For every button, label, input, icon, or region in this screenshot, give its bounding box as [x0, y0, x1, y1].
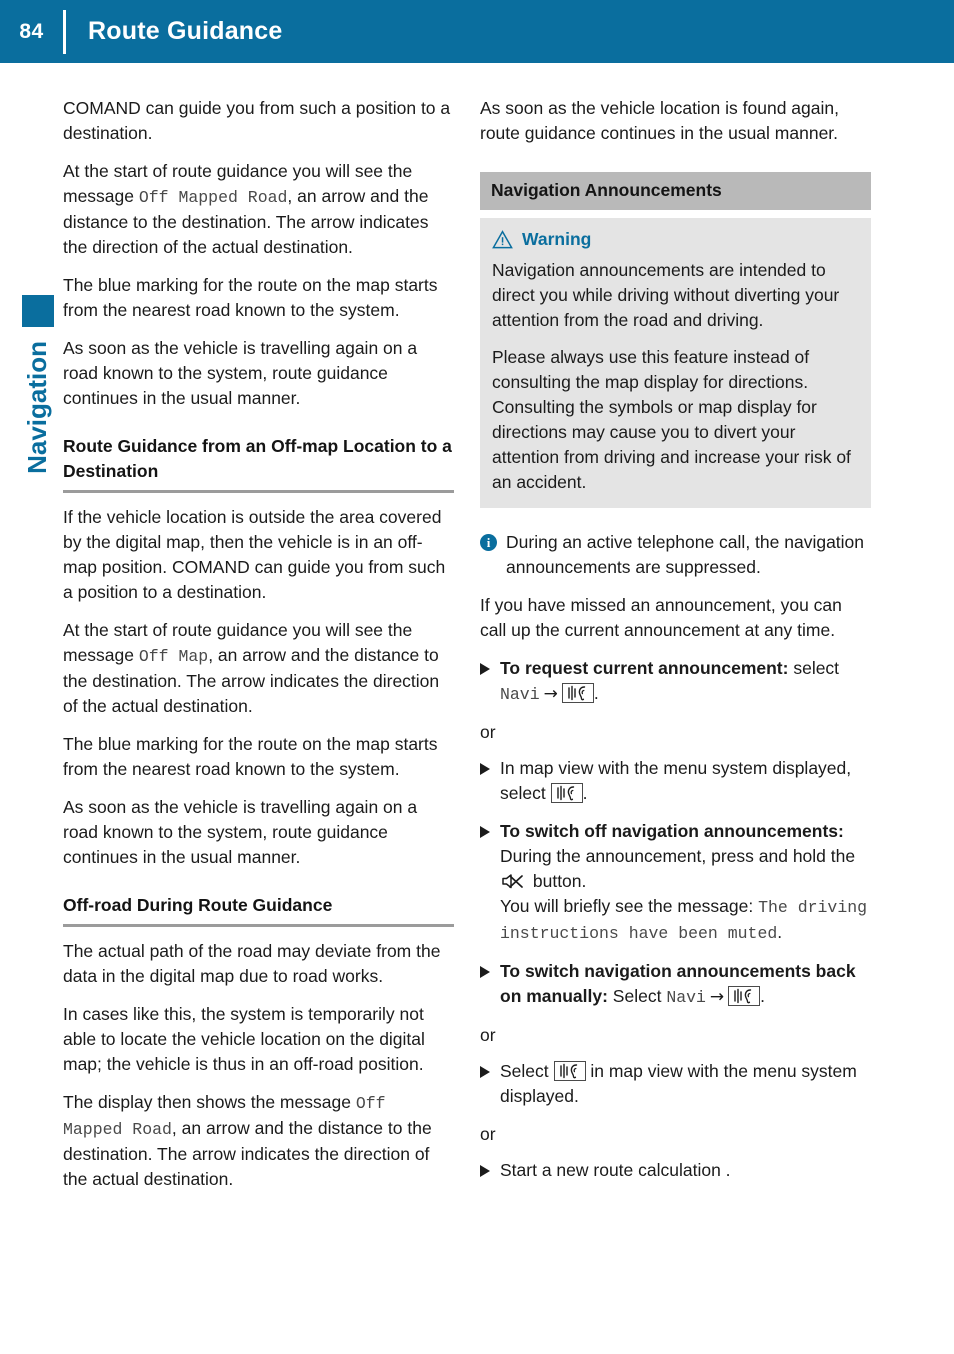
warning-paragraph: Navigation announcements are intended to… [492, 260, 840, 330]
action-step: Select in map view with the menu system … [480, 1059, 871, 1109]
text-run: . [582, 783, 588, 803]
text-run: During the announcement, press and hold … [500, 846, 856, 866]
warning-triangle-icon [492, 230, 513, 249]
text-run: You will briefly see the message: [500, 896, 759, 916]
action-text: In map view with the menu system display… [500, 756, 871, 806]
system-message-text: Off Mapped Road [138, 188, 288, 207]
audio-announcement-icon[interactable] [550, 783, 583, 803]
action-triangle-icon [480, 966, 490, 978]
text-run: Select [607, 986, 667, 1006]
paragraph: The blue marking for the route on the ma… [63, 734, 438, 779]
text-run: Select [500, 1061, 554, 1081]
audio-announcement-icon[interactable] [728, 986, 761, 1006]
action-triangle-icon [480, 763, 490, 775]
mute-icon[interactable] [500, 871, 528, 891]
paragraph: At the start of route guidance you will … [63, 618, 454, 719]
chapter-label: Navigation [22, 341, 52, 474]
text-run: . [760, 986, 766, 1006]
info-note: i During an active telephone call, the n… [480, 530, 871, 580]
action-triangle-icon [480, 663, 490, 675]
section-header-navigation-announcements: Navigation Announcements [480, 172, 871, 210]
chapter-marker [22, 295, 54, 327]
or-separator: or [480, 1124, 496, 1144]
chapter-side-tab: Navigation [22, 295, 54, 474]
action-text: Select in map view with the menu system … [500, 1059, 871, 1109]
action-step: To switch off navigation announcements: … [480, 819, 871, 946]
page-title: Route Guidance [88, 17, 283, 45]
heading-rule [63, 924, 454, 927]
text-run: select [788, 658, 840, 678]
paragraph: The display then shows the message Off M… [63, 1090, 454, 1192]
or-separator: or [480, 1025, 496, 1045]
paragraph: As soon as the vehicle location is found… [480, 98, 839, 143]
right-arrow-icon: → [709, 987, 725, 1007]
action-text: To switch off navigation announcements: … [500, 819, 871, 946]
right-arrow-icon: → [543, 684, 558, 704]
left-column: COMAND can guide you from such a positio… [63, 96, 454, 1205]
right-column: As soon as the vehicle location is found… [480, 96, 871, 1196]
page-header: 84 Route Guidance [0, 0, 954, 63]
audio-announcement-icon[interactable] [553, 1061, 586, 1081]
text-run: . [777, 922, 783, 942]
action-label: To request current announcement: [500, 658, 789, 678]
paragraph: The blue marking for the route on the ma… [63, 275, 438, 320]
action-triangle-icon [480, 1066, 490, 1078]
info-icon: i [480, 534, 497, 551]
audio-announcement-icon[interactable] [561, 683, 594, 703]
paragraph: If the vehicle location is outside the a… [63, 507, 446, 602]
action-triangle-icon [480, 826, 490, 838]
action-step: In map view with the menu system display… [480, 756, 871, 806]
warning-paragraph: Please always use this feature instead o… [492, 347, 851, 492]
paragraph: As soon as the vehicle is travelling aga… [63, 797, 418, 867]
or-separator: or [480, 722, 496, 742]
page-number: 84 [19, 19, 44, 43]
system-message-text: Off Map [138, 647, 209, 666]
subheading-off-map-location: Route Guidance from an Off-map Location … [63, 436, 452, 481]
paragraph: The actual path of the road may deviate … [63, 941, 441, 986]
subheading-off-road: Off-road During Route Guidance [63, 895, 333, 915]
menu-item-name: Navi [666, 988, 706, 1007]
paragraph: In cases like this, the system is tempor… [63, 1004, 425, 1074]
paragraph: If you have missed an announcement, you … [480, 595, 842, 640]
action-step: To request current announcement: select … [480, 656, 871, 707]
action-step: To switch navigation announcements back … [480, 959, 871, 1010]
text-run: . [593, 683, 599, 703]
action-step: Start a new route calculation . [480, 1158, 871, 1183]
action-label: To switch off navigation announcements: [500, 821, 844, 841]
warning-box: Warning Navigation announcements are int… [480, 218, 871, 508]
menu-item-name: Navi [500, 685, 540, 704]
text-run: button. [528, 871, 587, 891]
paragraph: COMAND can guide you from such a positio… [63, 98, 451, 143]
action-triangle-icon [480, 1165, 490, 1177]
header-divider [63, 9, 66, 54]
action-text: To request current announcement: select … [500, 656, 871, 707]
info-note-text: During an active telephone call, the nav… [506, 532, 865, 577]
warning-title: Warning [522, 229, 592, 249]
warning-header: Warning [492, 229, 859, 250]
paragraph: At the start of route guidance you will … [63, 159, 454, 260]
text-run: The display then shows the message [63, 1092, 356, 1112]
action-text: To switch navigation announcements back … [500, 959, 871, 1010]
heading-rule [63, 490, 454, 493]
action-text: Start a new route calculation . [500, 1160, 731, 1180]
paragraph: As soon as the vehicle is travelling aga… [63, 338, 418, 408]
